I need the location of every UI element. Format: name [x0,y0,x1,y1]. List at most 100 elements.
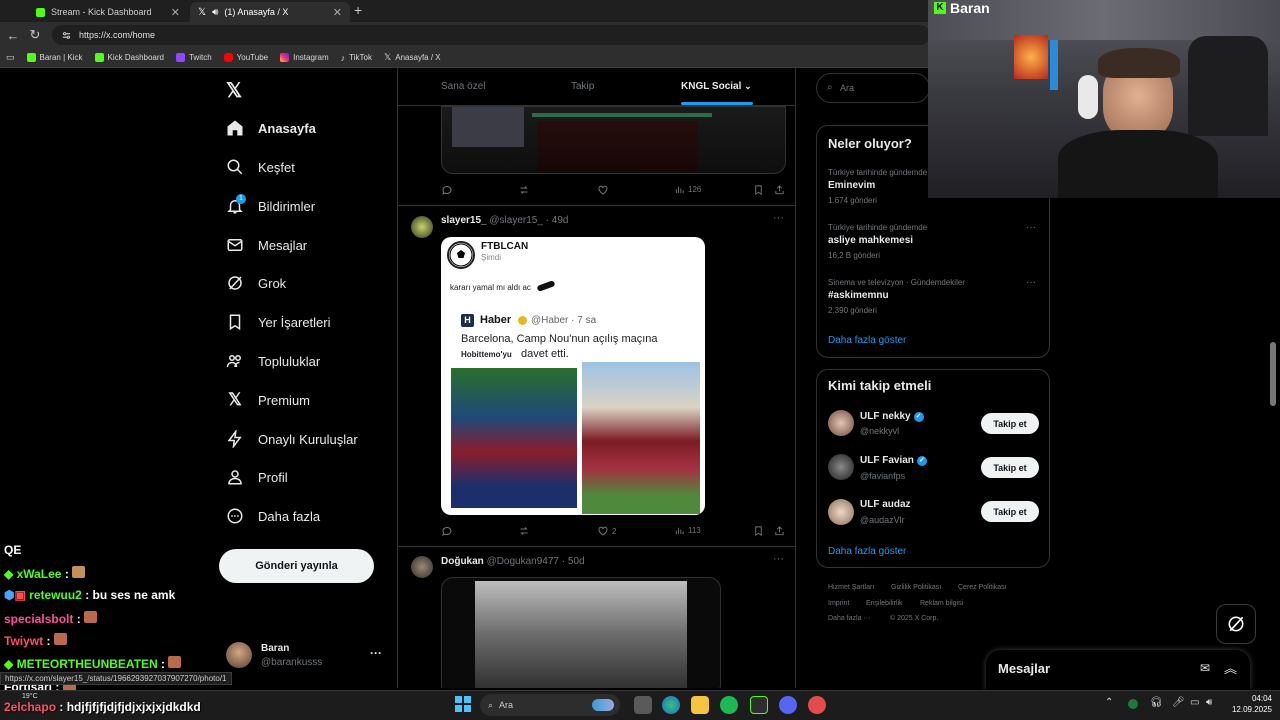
footer-link[interactable]: Reklam bilgisi [920,600,963,607]
media-image[interactable] [441,106,786,174]
bookmark-kick-dashboard[interactable]: Kick Dashboard [94,53,164,62]
reply-icon[interactable] [441,184,453,196]
repost-icon[interactable] [518,525,530,537]
app-icon[interactable] [750,696,768,714]
bookmark-youtube[interactable]: YouTube [223,53,268,62]
bookmark-tiktok[interactable]: ♪ TikTok [341,53,372,63]
footer-link[interactable]: Imprint [828,600,849,607]
search-box[interactable]: ⌕ Ara [816,73,930,103]
post-button[interactable]: Gönderi yayınla [219,549,374,583]
nav-more[interactable]: Daha fazla [226,504,320,528]
discord-icon[interactable] [779,696,797,714]
share-icon[interactable] [774,184,785,196]
nav-verified-orgs[interactable]: Onaylı Kuruluşlar [226,427,358,451]
taskbar-search[interactable]: ⌕ Ara [480,694,620,716]
tweet-time[interactable]: 50d [568,556,585,567]
footer-link[interactable]: Gizlilik Politikası [891,584,941,591]
trend-item[interactable]: Türkiye tarihinde gündemde asliye mahkem… [816,220,1050,266]
avatar[interactable] [411,216,433,238]
network-icon[interactable]: ▭ [1190,697,1199,708]
task-view-icon[interactable] [634,696,652,714]
share-icon[interactable] [774,525,785,537]
trend-item[interactable]: Sinema ve televizyon · Gündemdekiler #as… [816,275,1050,321]
avatar[interactable] [828,410,854,436]
expand-icon[interactable]: ︽ [1224,658,1237,677]
footer-link[interactable]: Daha fazla ··· [828,615,870,622]
bookmark-icon[interactable] [753,525,764,537]
windows-start-icon[interactable] [455,696,471,712]
media-video[interactable] [441,577,721,688]
footer-link[interactable]: Hizmet Şartları [828,584,874,591]
spotify-icon[interactable] [720,696,738,714]
more-icon[interactable]: ··· [773,553,784,565]
weather-widget[interactable]: 19°C [22,693,38,700]
new-message-icon[interactable]: ✉ [1200,661,1210,675]
author-handle[interactable]: @slayer15_ [489,215,543,226]
url-field[interactable]: https://x.com/home [52,25,930,45]
reload-icon[interactable]: ↻ [24,27,46,43]
more-icon[interactable]: ··· [1026,277,1036,288]
nav-communities[interactable]: Topluluklar [226,349,320,373]
tweet-time[interactable]: 49d [552,215,569,226]
bookmark-icon[interactable] [753,184,764,196]
more-icon[interactable]: ··· [773,212,784,224]
avatar[interactable] [828,499,854,525]
tab-search-icon[interactable]: ▭ [6,52,15,63]
clock[interactable]: 04:04 12.09.2025 [1228,693,1272,715]
nav-messages[interactable]: Mesajlar [226,233,307,257]
footer-link[interactable]: Çerez Politikası [958,584,1007,591]
close-icon[interactable]: ✕ [171,6,180,19]
back-icon[interactable]: ← [2,28,24,43]
speaker-icon[interactable]: 🔊︎ [212,7,218,18]
reply-icon[interactable] [441,525,453,537]
avatar[interactable] [828,454,854,480]
tray-overflow-icon[interactable]: ⌃ [1105,697,1113,708]
like-stat[interactable]: 2 [597,525,616,537]
site-info-icon[interactable] [62,31,71,40]
nav-premium[interactable]: 𝕏 Premium [226,388,310,412]
suggestion-name[interactable]: ULF audaz [860,499,911,510]
show-more-suggestions[interactable]: Daha fazla göster [828,546,906,557]
app-icon[interactable] [808,696,826,714]
nav-explore[interactable]: Keşfet [226,155,295,179]
search-input[interactable]: Ara [840,83,854,93]
media-image[interactable]: FTBLCAN Şimdi kararı yamal mı aldı ac H … [441,237,705,515]
show-more-trends[interactable]: Daha fazla göster [828,335,906,346]
follow-button[interactable]: Takip et [981,501,1039,522]
nav-home[interactable]: Anasayfa [226,116,316,140]
messages-drawer[interactable]: Mesajlar ✉ ︽ [986,650,1250,690]
author-name[interactable]: slayer15_ [441,215,487,226]
scrollbar-thumb[interactable] [1270,342,1276,406]
tab-for-you[interactable]: Sana özel [441,81,485,92]
suggestion-name[interactable]: ULF Favian ✓ [860,455,927,466]
like-icon[interactable] [597,184,609,196]
author-name[interactable]: Doğukan [441,556,484,567]
new-tab-button[interactable]: + [354,2,362,18]
nav-notifications[interactable]: 1 Bildirimler [226,194,315,218]
more-icon[interactable]: ··· [1026,222,1036,233]
nav-profile[interactable]: Profil [226,465,288,489]
volume-icon[interactable]: 🔊︎ [1206,697,1212,708]
bookmark-baran-kick[interactable]: Baran | Kick [26,53,83,62]
follow-button[interactable]: Takip et [981,457,1039,478]
account-switcher[interactable]: Baran @barankusss ··· [220,636,390,676]
microphone-icon[interactable]: 🎤︎ [1172,697,1185,708]
tab-x-home[interactable]: 𝕏 🔊︎ (1) Anasayfa / X ✕ [190,2,350,22]
close-icon[interactable]: ✕ [333,6,342,19]
tab-kick-dashboard[interactable]: Stream - Kick Dashboard ✕ [28,2,188,22]
nav-grok[interactable]: Grok [226,271,286,295]
grok-float-button[interactable] [1216,604,1256,644]
repost-icon[interactable] [518,184,530,196]
follow-button[interactable]: Takip et [981,413,1039,434]
tab-kngl-social[interactable]: KNGL Social ⌄ [681,81,752,92]
file-explorer-icon[interactable] [691,696,709,714]
bookmark-x[interactable]: 𝕏 Anasayfa / X [384,52,441,63]
headset-icon[interactable]: 🎧︎ [1150,697,1163,708]
avatar[interactable] [411,556,433,578]
tab-following[interactable]: Takip [571,81,594,92]
suggestion-name[interactable]: ULF nekky ✓ [860,411,924,422]
tray-app-icon[interactable] [1128,699,1138,709]
views-stat[interactable]: 126 [674,184,701,195]
edge-icon[interactable] [662,696,680,714]
bookmark-twitch[interactable]: Twitch [175,53,212,62]
